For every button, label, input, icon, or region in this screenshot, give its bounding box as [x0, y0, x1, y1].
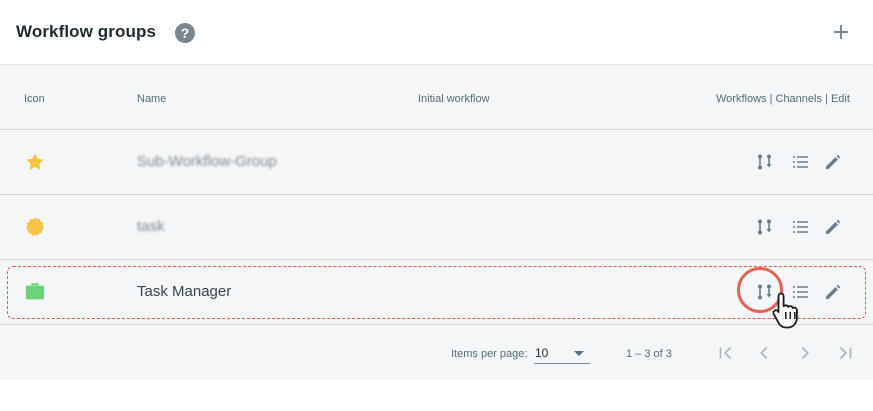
hand-pointer-cursor-icon [772, 292, 798, 329]
column-header-actions: Workflows | Channels | Edit [716, 93, 850, 105]
star-icon [26, 153, 44, 170]
page-title: Workflow groups [16, 22, 157, 41]
table-row[interactable]: Sub-Workflow-Group [0, 130, 873, 195]
last-page-icon[interactable] [834, 342, 856, 364]
pagination-range: 1 – 3 of 3 [626, 348, 672, 360]
edit-pencil-icon[interactable] [823, 152, 843, 172]
workflow-groups-table: Icon Name Initial workflow Workflows | C… [0, 64, 873, 380]
workflows-icon[interactable] [755, 152, 775, 172]
workflows-icon[interactable] [755, 217, 775, 237]
channels-list-icon[interactable] [790, 152, 810, 172]
table-row[interactable]: task [0, 195, 873, 260]
previous-page-icon[interactable] [753, 342, 775, 364]
row-name: Sub-Workflow-Group [137, 153, 277, 170]
first-page-icon[interactable] [715, 342, 737, 364]
channels-list-icon[interactable] [790, 217, 810, 237]
items-per-page-label: Items per page: [451, 348, 528, 360]
column-header-initial-workflow: Initial workflow [418, 93, 490, 105]
items-per-page-value: 10 [535, 346, 549, 360]
page-header: Workflow groups ? [0, 0, 873, 64]
plus-icon[interactable] [829, 20, 853, 44]
badge-icon [25, 217, 45, 236]
column-header-name: Name [137, 93, 167, 105]
paginator: Items per page: 10 1 – 3 of 3 [0, 325, 873, 381]
help-circle-icon[interactable]: ? [175, 23, 195, 43]
caret-down-icon [574, 351, 584, 356]
edit-pencil-icon[interactable] [823, 217, 843, 237]
row-name: task [137, 218, 165, 235]
items-per-page-select[interactable]: 10 [534, 342, 590, 364]
column-header-icon: Icon [24, 93, 45, 105]
next-page-icon[interactable] [794, 342, 816, 364]
table-header: Icon Name Initial workflow Workflows | C… [0, 65, 873, 130]
